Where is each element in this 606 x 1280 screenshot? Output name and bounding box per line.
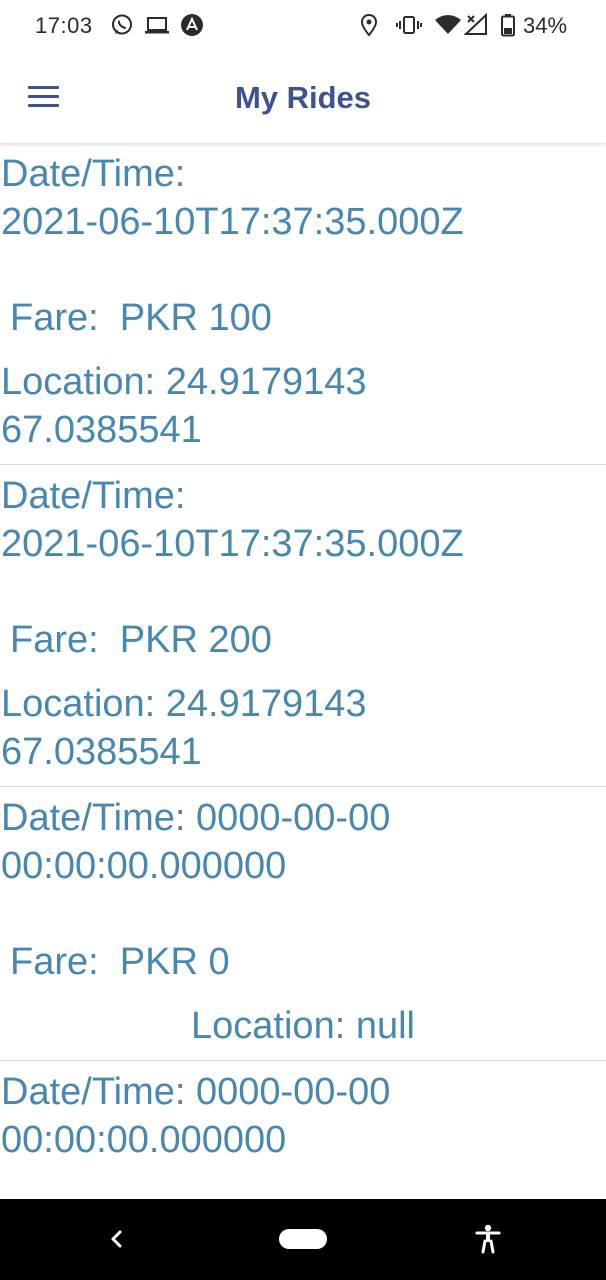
ride-location: Location: 24.9179143 67.0385541: [1, 683, 367, 773]
ride-location: Location: 24.9179143 67.0385541: [1, 361, 367, 451]
ride-list[interactable]: Date/Time: 2021-06-10T17:37:35.000Z Fare…: [0, 143, 606, 1199]
app-bar: My Rides: [0, 52, 606, 143]
ride-item[interactable]: Date/Time: 2021-06-10T17:37:35.000Z Fare…: [0, 143, 606, 465]
ride-item[interactable]: Date/Time: 0000-00-00 00:00:00.000000: [0, 1061, 606, 1199]
vibrate-icon: [396, 13, 422, 37]
app-notification-icon: [180, 13, 204, 37]
home-pill-icon[interactable]: [279, 1229, 327, 1249]
ride-datetime: Date/Time: 0000-00-00 00:00:00.000000: [1, 797, 391, 887]
page-title: My Rides: [234, 80, 372, 115]
ride-location: Location: null: [191, 1005, 415, 1047]
battery-icon: [500, 13, 516, 37]
ride-item[interactable]: Date/Time: 2021-06-10T17:37:35.000Z Fare…: [0, 465, 606, 787]
signal-icon: [464, 13, 490, 37]
status-bar: 17:03 34%: [0, 0, 606, 52]
ride-fare: Fare: PKR 100: [10, 297, 272, 339]
laptop-icon: [144, 13, 170, 37]
ride-datetime: Date/Time: 0000-00-00 00:00:00.000000: [1, 1071, 391, 1161]
location-icon: [358, 13, 380, 37]
accessibility-icon[interactable]: [474, 1223, 502, 1255]
whatsapp-icon: [110, 13, 134, 37]
ride-datetime: Date/Time: 2021-06-10T17:37:35.000Z: [1, 475, 464, 565]
ride-datetime: Date/Time: 2021-06-10T17:37:35.000Z: [1, 153, 464, 243]
ride-fare: Fare: PKR 0: [10, 941, 230, 983]
navigation-bar: [0, 1199, 606, 1280]
battery-percent: 34%: [523, 13, 568, 38]
ride-fare: Fare: PKR 200: [10, 619, 272, 661]
status-time: 17:03: [35, 13, 93, 38]
wifi-icon: [434, 13, 462, 37]
ride-item[interactable]: Date/Time: 0000-00-00 00:00:00.000000 Fa…: [0, 787, 606, 1061]
back-icon[interactable]: [106, 1226, 126, 1252]
